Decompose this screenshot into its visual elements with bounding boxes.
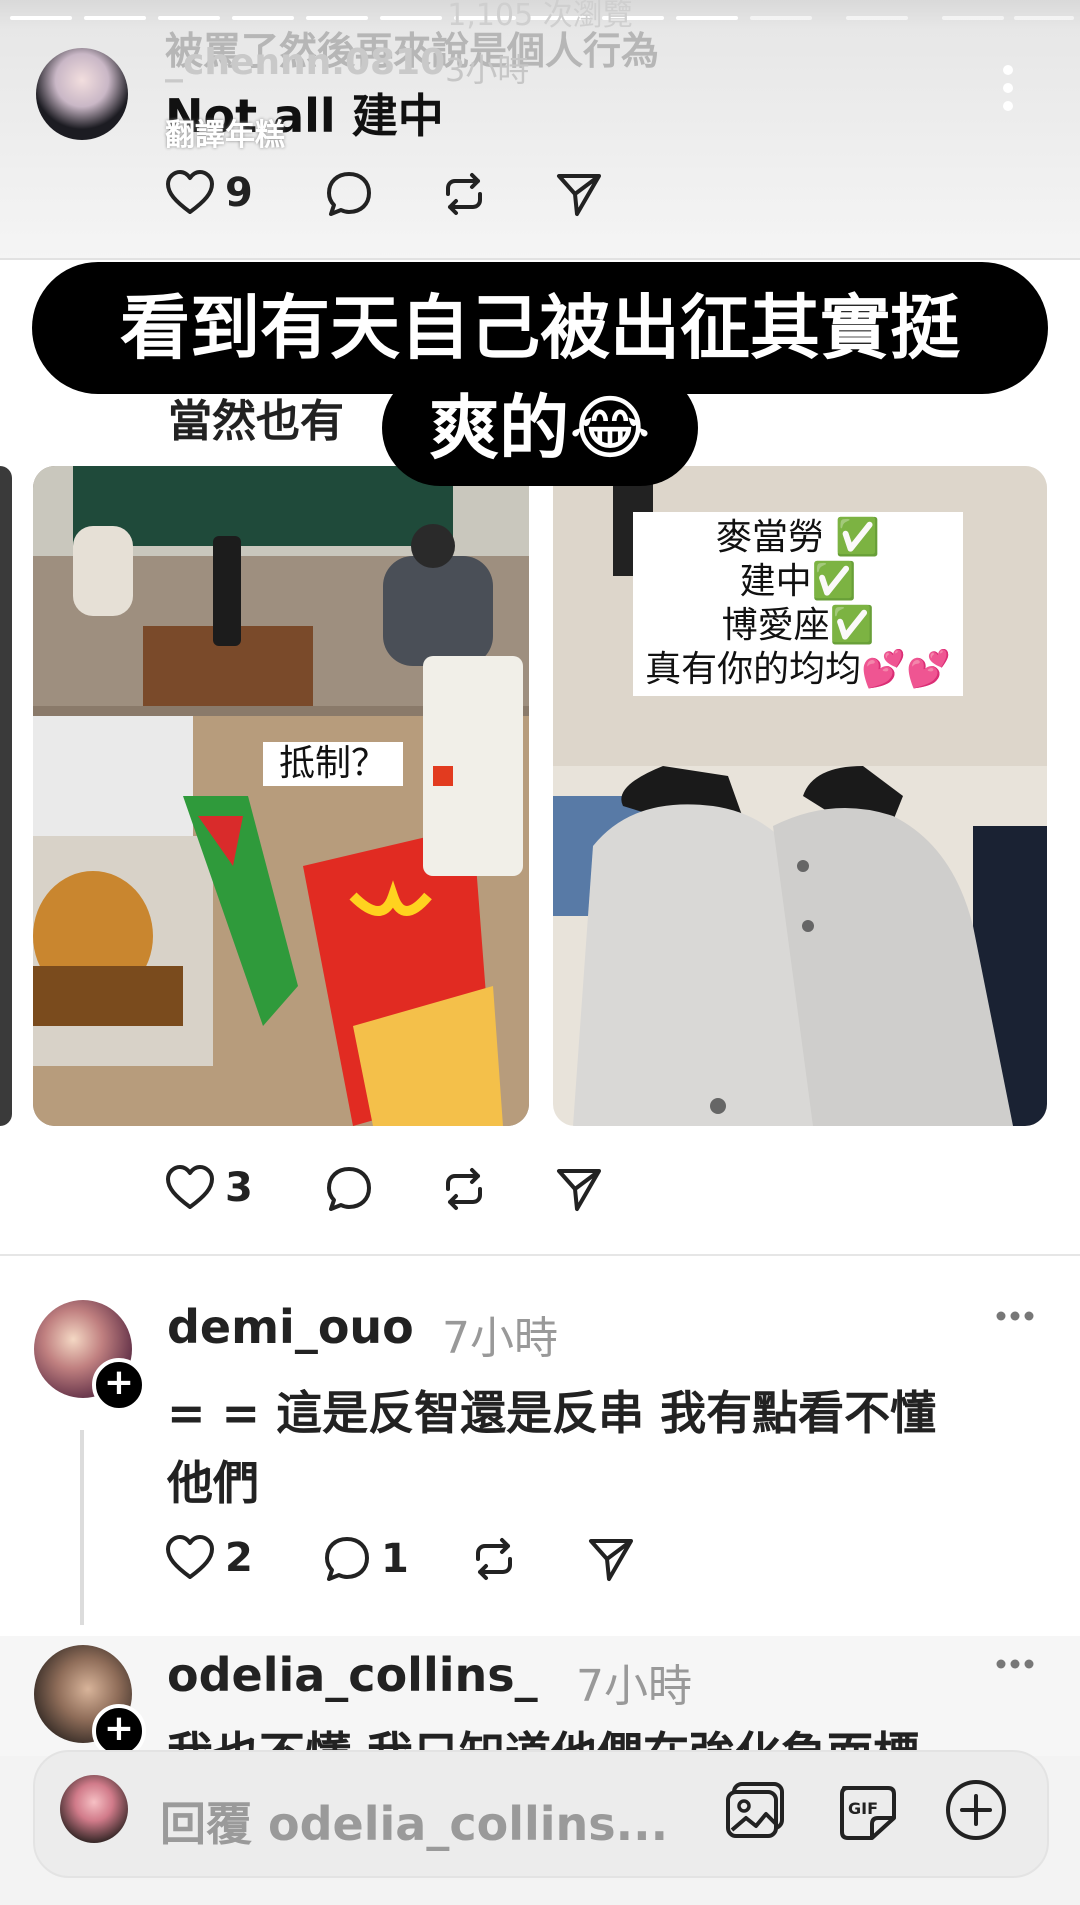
like-button[interactable]: 9 — [165, 170, 253, 216]
share-button[interactable] — [555, 170, 603, 218]
send-icon — [587, 1535, 635, 1583]
comment-button[interactable] — [325, 1165, 373, 1213]
photo-caption: 抵制？ — [263, 742, 403, 786]
share-button[interactable] — [587, 1535, 635, 1583]
like-button[interactable]: 2 — [165, 1535, 253, 1581]
comment-time: 7小時 — [442, 1313, 558, 1364]
comment-username[interactable]: odelia_collins_ — [167, 1648, 538, 1702]
post-text: 當然也有 — [168, 396, 344, 447]
comment-bubble-icon — [325, 170, 373, 218]
comment-button[interactable] — [325, 170, 373, 218]
repost-button[interactable] — [440, 1165, 488, 1213]
heart-icon — [165, 1535, 215, 1581]
repost-icon — [440, 1165, 488, 1213]
reply-count: 1 — [381, 1536, 409, 1582]
caption-line: 麥當勞 ✅ — [715, 517, 881, 558]
gif-icon[interactable]: GIF — [836, 1782, 898, 1842]
avatar[interactable] — [36, 48, 128, 140]
translate-link[interactable]: 翻譯年糕 — [165, 110, 285, 154]
like-button[interactable]: 3 — [165, 1165, 253, 1211]
more-dots-icon[interactable] — [995, 1658, 1035, 1670]
send-icon — [555, 1165, 603, 1213]
comment-time: 7小時 — [576, 1661, 692, 1712]
like-count: 9 — [225, 170, 253, 216]
follow-plus-icon[interactable]: + — [92, 1358, 146, 1412]
comment-bubble-icon — [323, 1535, 371, 1583]
post-username[interactable]: _chennn.0810 — [165, 42, 445, 83]
avatar — [60, 1775, 128, 1843]
comment-username[interactable]: demi_ouo — [167, 1300, 414, 1354]
svg-text:GIF: GIF — [848, 1799, 878, 1818]
comment-text-line: 他們 — [167, 1456, 259, 1510]
heart-icon — [165, 170, 215, 216]
thread-line — [80, 1430, 84, 1625]
add-circle-icon[interactable] — [944, 1778, 1008, 1842]
repost-icon — [440, 170, 488, 218]
photo-icon[interactable] — [724, 1780, 788, 1840]
like-count: 2 — [225, 1535, 253, 1581]
post-photo[interactable]: 麥當勞 ✅ 建中✅ 博愛座✅ 真有你的均均💕💕 — [553, 466, 1047, 1126]
comment-text: = = 這是反智還是反串 我有點看不懂 他們 — [167, 1378, 1027, 1518]
repost-button[interactable] — [440, 170, 488, 218]
comment-bubble-icon — [325, 1165, 373, 1213]
repost-button[interactable] — [470, 1535, 518, 1583]
share-button[interactable] — [555, 1165, 603, 1213]
post-photo[interactable]: 抵制？ — [33, 466, 529, 1126]
comment-text-line: = = 這是反智還是反串 我有點看不懂 — [167, 1386, 937, 1440]
send-icon — [555, 170, 603, 218]
post-time: 3小時 — [445, 51, 530, 89]
like-count: 3 — [225, 1165, 253, 1211]
reply-input[interactable]: 回覆 odelia_collins... — [160, 1788, 668, 1854]
heart-icon — [165, 1165, 215, 1211]
repost-icon — [470, 1535, 518, 1583]
more-dots-icon[interactable] — [995, 1310, 1035, 1322]
caption-line: 博愛座✅ — [721, 605, 875, 646]
comment-button[interactable]: 1 — [323, 1535, 409, 1583]
caption-line: 建中✅ — [739, 561, 857, 602]
more-dots-icon[interactable] — [1000, 62, 1016, 114]
carousel-prev-photo[interactable] — [0, 466, 12, 1126]
caption-line: 真有你的均均💕💕 — [645, 649, 951, 690]
photo-caption: 麥當勞 ✅ 建中✅ 博愛座✅ 真有你的均均💕💕 — [633, 512, 963, 696]
post-actions: 9 — [165, 170, 665, 220]
story-text-sticker: 爽的😂 — [382, 370, 698, 486]
